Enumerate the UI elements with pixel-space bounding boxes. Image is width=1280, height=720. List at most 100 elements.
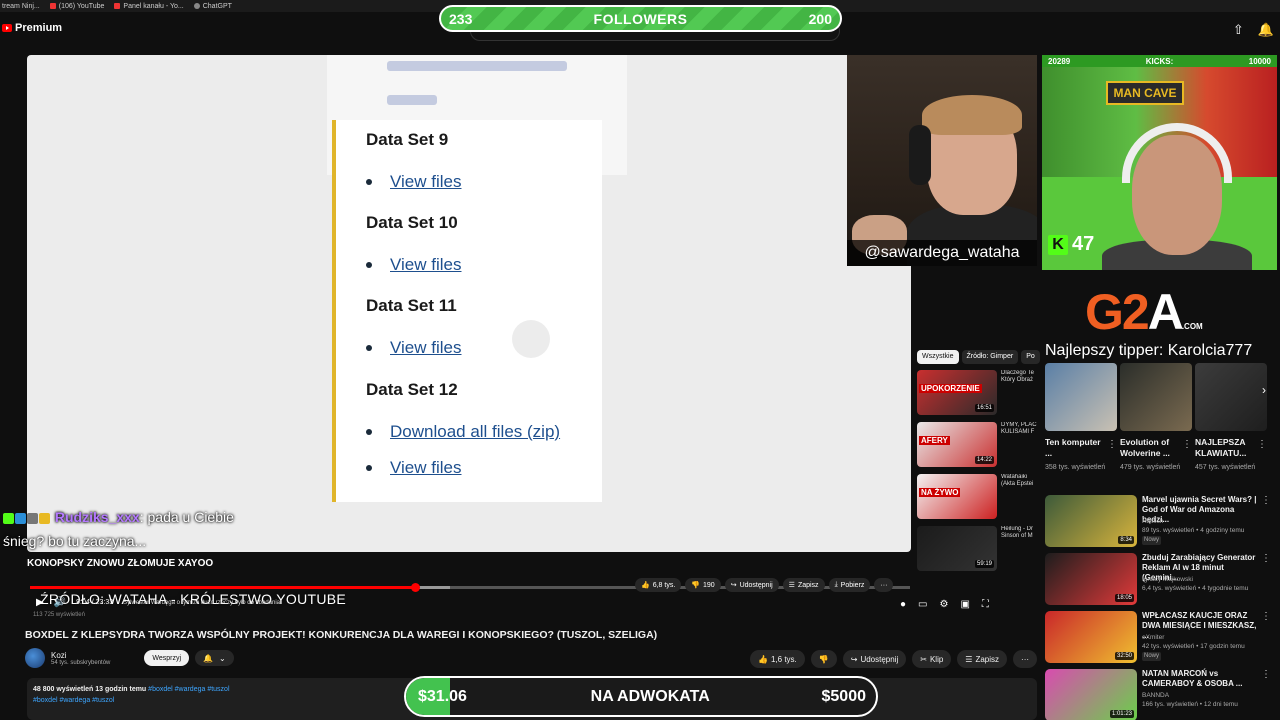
support-button[interactable]: Wesprzyj (144, 650, 190, 666)
recommended-video[interactable]: 8:34 Marvel ujawnia Secret Wars? | God of… (1045, 495, 1275, 553)
video-channel[interactable]: Ignacy Majkowski (1142, 575, 1262, 584)
more-options-icon[interactable]: ⋮ (1107, 439, 1117, 450)
action-button[interactable]: 👎 (810, 650, 837, 668)
thumbnail-badge: UPOKORZENIE (919, 384, 982, 393)
video-channel[interactable]: Hallfish (1142, 517, 1262, 526)
shorts-shelf: Ten komputer ... 358 tys. wyświetleń ⋮ Evol… (1045, 363, 1275, 483)
bookmark-item[interactable]: (106) YouTube (49, 3, 104, 10)
dislike-icon: 👎 (691, 582, 701, 589)
top-tipper-label: Najlepszy tipper: Karolcia777 (1045, 342, 1253, 359)
short-thumbnail[interactable] (1120, 363, 1192, 431)
save-icon: ☰ (788, 582, 795, 589)
bookmark-item[interactable]: ChatGPT (193, 3, 232, 10)
chapter-title[interactable]: Sylwester Wardęga o tym że dużo rzeczy b… (123, 600, 280, 606)
kicks-counter: 20289 KICKS: 10000 (1042, 55, 1277, 67)
mini-thumbnail[interactable]: AFERY 14:22 (917, 422, 997, 467)
fullscreen-icon[interactable]: ⛶ (982, 599, 989, 610)
video-thumbnail[interactable]: 8:34 (1045, 495, 1137, 547)
bell-icon[interactable]: 🔔 (1258, 22, 1274, 38)
action-button[interactable]: ↪ Udostępnij (724, 578, 779, 592)
video-channel[interactable]: eXmiter (1142, 633, 1262, 642)
chat-overlay: Rudziks_xxx: pada u Ciebie śnieg? bo tu … (3, 505, 234, 553)
chip-source[interactable]: Źródło: Gimper (961, 350, 1019, 364)
more-options-icon[interactable]: ⋮ (1261, 611, 1271, 622)
action-label: ··· (1021, 654, 1030, 664)
short-title[interactable]: Evolution of Wolverine ... (1120, 437, 1180, 459)
recommended-video[interactable]: 1:01:23 NATAN MARCOŃ vs CAMERABOY & OSOBA… (1045, 669, 1275, 720)
more-options-icon[interactable]: ⋮ (1182, 439, 1192, 450)
mini-thumbnail[interactable]: UPOKORZENIE 16:51 (917, 370, 997, 415)
short-thumbnail[interactable] (1195, 363, 1267, 431)
action-button[interactable]: ☰ Zapisz (782, 578, 825, 592)
description-tags[interactable]: #boxdel #wardega #tuszol (148, 686, 229, 693)
youtube-logo[interactable]: Premium (2, 22, 62, 34)
mini-video-title[interactable]: Heilung - Dr Sinson of M (1001, 526, 1041, 566)
settings-gear-icon[interactable]: ⚙ (940, 599, 949, 610)
mini-video-title[interactable]: Dlaczego Te Który Obraż (1001, 370, 1041, 410)
action-button[interactable]: ☰ Zapisz (957, 650, 1008, 668)
shelf-next-icon[interactable]: › (1262, 383, 1266, 397)
dataset-link[interactable]: View files (366, 255, 462, 275)
chip-all[interactable]: Wszystkie (917, 350, 959, 364)
video-thumbnail[interactable]: 1:01:23 (1045, 669, 1137, 720)
action-button[interactable]: ↪ Udostępnij (842, 650, 907, 668)
video-stats: 42 tys. wyświetleń • 17 godzin temu (1142, 643, 1245, 650)
video-meta: Ignacy Majkowski 6,4 tys. wyświetleń • 4 … (1142, 575, 1262, 593)
kicks-left: 20289 (1048, 56, 1071, 66)
mini-video-title[interactable]: Watahaiki (Akta Epstei (1001, 474, 1041, 514)
bookmark-item[interactable]: tream Ninj... (2, 3, 40, 10)
action-button[interactable]: ··· (874, 578, 894, 592)
miniplayer-icon[interactable]: ▣ (960, 599, 969, 610)
action-button[interactable]: 👍 1,6 tys. (750, 650, 805, 668)
short-meta: 457 tys. wyświetleń (1195, 464, 1256, 471)
recommended-video[interactable]: 32:50 WPŁACASZ KAUCJE ORAZ DWA MIESIĄCE I… (1045, 611, 1275, 669)
dataset-heading-text: Data Set 12 (366, 380, 458, 399)
volume-icon[interactable]: 🔊 (54, 597, 66, 608)
dataset-link[interactable]: View files (366, 458, 462, 478)
mini-video-title[interactable]: DYMY, PLAC KULISAMI F (1001, 422, 1041, 462)
headphones-icon (909, 125, 931, 185)
subscribe-bell-button[interactable]: 🔔 ⌄ (195, 650, 234, 666)
channel-avatar[interactable] (25, 648, 45, 668)
play-icon[interactable]: ▶ (36, 597, 44, 608)
subtitles-icon[interactable]: ▭ (918, 599, 927, 610)
video-channel[interactable]: BANNDA (1142, 691, 1262, 700)
more-options-icon[interactable]: ⋮ (1261, 495, 1271, 506)
action-button[interactable]: ··· (1013, 650, 1038, 668)
action-button[interactable]: ✂ Klip (912, 650, 952, 668)
action-button[interactable]: ⤓ Pobierz (828, 578, 871, 592)
g2a-logo-dotcom: .COM (1181, 322, 1203, 331)
more-options-icon[interactable]: ⋮ (1261, 669, 1271, 680)
more-options-icon[interactable]: ⋮ (1257, 439, 1267, 450)
action-button[interactable]: 👍 6,8 tys. (635, 578, 682, 592)
video-thumbnail[interactable]: 32:50 (1045, 611, 1137, 663)
dataset-document: Data Set 9 View files Data Set 10 View file… (332, 120, 602, 502)
dataset-link[interactable]: View files (366, 172, 462, 192)
video-overlay-title: KONOPSKY ZNOWU ZŁOMUJE XAYOO (27, 558, 214, 569)
short-thumbnail[interactable] (1045, 363, 1117, 431)
autoplay-icon[interactable]: ● (900, 599, 906, 610)
pause-icon[interactable] (512, 320, 550, 358)
short-meta: 358 tys. wyświetleń (1045, 464, 1106, 471)
video-thumbnail[interactable]: 18:05 (1045, 553, 1137, 605)
mini-thumbnail[interactable]: 59:19 (917, 526, 997, 571)
channel-name[interactable]: Kozi (51, 651, 110, 660)
like-icon: 👍 (641, 582, 650, 589)
dataset-link[interactable]: Download all files (zip) (366, 422, 560, 442)
progress-knob[interactable] (411, 583, 421, 592)
blurred-line (387, 61, 567, 71)
chip-more[interactable]: Po (1021, 350, 1040, 364)
mini-thumbnail[interactable]: NA ŻYWO (917, 474, 997, 519)
recommended-video[interactable]: 18:05 Zbuduj Zarabiający Generator Reklam… (1045, 553, 1275, 611)
more-options-icon[interactable]: ⋮ (1261, 553, 1271, 564)
dataset-link[interactable]: View files (366, 338, 462, 358)
upload-icon[interactable]: ⇧ (1233, 22, 1244, 38)
video-player[interactable]: Data Set 9 View files Data Set 10 View file… (27, 55, 911, 552)
video-title: BOXDEL Z KLEPSYDRA TWORZA WSPÓLNY PROJEK… (25, 629, 658, 641)
video-meta: Hallfish 89 tys. wyświetleń • 4 godziny t… (1142, 517, 1262, 545)
action-button[interactable]: 👎 190 (685, 578, 721, 592)
short-title[interactable]: Ten komputer ... (1045, 437, 1105, 459)
bookmark-item[interactable]: Panel kanału - Yo... (114, 3, 184, 10)
video-title[interactable]: NATAN MARCOŃ vs CAMERABOY & OSOBA ... (1142, 669, 1262, 689)
short-title[interactable]: NAJLEPSZA KLAWIATU... (1195, 437, 1255, 459)
